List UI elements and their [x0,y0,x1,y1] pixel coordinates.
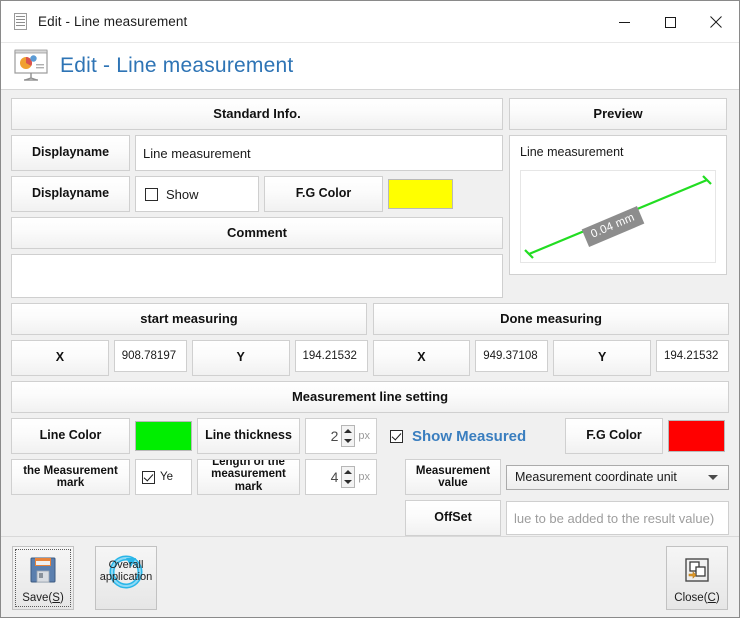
page-title: Edit - Line measurement [60,54,294,77]
show-checkbox-field[interactable]: Show [135,176,259,212]
window-title: Edit - Line measurement [38,14,188,29]
start-y-input[interactable]: 194.21532 [294,340,368,372]
line-thickness-stepper[interactable]: 2 px [305,418,377,454]
line-fg-color-swatch[interactable] [668,420,725,452]
line-thickness-label: Line thickness [197,418,300,454]
measurement-unit-selected: Measurement coordinate unit [515,470,677,484]
show-measured-checkbox[interactable] [390,429,403,443]
standard-info-title: Standard Info. [11,98,503,130]
start-x-label: X [11,340,109,376]
window-controls [601,1,739,43]
show-checkbox[interactable] [145,187,158,201]
done-y-input[interactable]: 194.21532 [656,340,729,372]
preview-canvas: 0.04 mm [520,170,716,263]
comment-input[interactable] [11,254,503,298]
start-y-label: Y [191,340,290,376]
preview-section: Preview Line measurement 0.04 mm [509,98,727,298]
offset-label: OffSet [405,500,501,536]
start-measuring-title: start measuring [11,303,367,335]
maximize-button[interactable] [647,1,693,43]
mark-length-stepper[interactable]: 4 px [305,459,377,495]
measurement-mark-label: the Measurement mark [11,459,130,495]
displayname-label: Displayname [11,135,130,171]
windows-stack-icon [682,547,712,592]
line-fg-color-button[interactable]: F.G Color [565,418,663,454]
save-button[interactable]: Save(S) [12,546,74,610]
measurement-mark-checkbox[interactable] [142,470,155,484]
measurement-unit-select[interactable]: Measurement coordinate unit [506,464,729,490]
line-color-swatch[interactable] [135,421,192,451]
floppy-disk-icon [28,547,58,592]
mark-length-label: Length of the measurement mark [197,459,300,495]
comment-title: Comment [11,217,503,249]
page-header: Edit - Line measurement [1,43,739,90]
close-button[interactable] [693,1,739,43]
measurement-line-setting-title: Measurement line setting [11,381,729,413]
fg-color-button[interactable]: F.G Color [264,176,383,212]
start-x-input[interactable]: 908.78197 [113,340,187,372]
line-thickness-value: 2 [330,428,339,444]
line-thickness-arrows[interactable] [341,425,356,447]
measuring-headers: start measuring Done measuring [11,303,729,335]
preview-title: Preview [509,98,727,130]
measurement-mark-checkbox-field[interactable]: Ye [135,459,192,495]
minimize-button[interactable] [601,1,647,43]
measuring-values-row: X 908.78197 Y 194.21532 X 949.37108 Y 19… [11,340,729,376]
show-checkbox-label: Show [166,186,199,202]
line-color-label: Line Color [11,418,130,454]
line-thickness-unit: px [358,430,370,442]
overall-application-label: Overall application [99,559,153,584]
line-setting-row-2: the Measurement mark Ye Length of the me… [11,459,729,536]
line-setting-row-1: Line Color Line thickness 2 px Show Meas… [11,418,729,454]
displayname-show-label: Displayname [11,176,130,212]
presentation-chart-icon [12,49,50,83]
displayname-input[interactable]: Line measurement [135,135,503,171]
mark-length-unit: px [358,471,370,483]
document-icon [13,12,29,31]
displayname-show-row: Displayname Show F.G Color [11,176,503,212]
title-bar: Edit - Line measurement [1,1,739,43]
save-button-label: Save(S) [22,592,64,605]
done-measuring-title: Done measuring [373,303,729,335]
measurement-value-label: Measurement value [405,459,501,495]
mark-length-value: 4 [330,469,339,485]
offset-input[interactable]: lue to be added to the result value) [506,501,729,535]
done-y-label: Y [553,340,651,376]
chevron-down-icon [708,474,718,480]
show-measured-label: Show Measured [412,427,527,445]
overall-application-button[interactable]: Overall application [95,546,157,610]
edit-line-measurement-window: Edit - Line measurement Edit - Line meas… [0,0,740,618]
preview-panel: Line measurement 0.04 mm [509,135,727,275]
displayname-row: Displayname Line measurement [11,135,503,171]
footer-toolbar: Save(S) Overall application Close(C) [1,536,739,617]
measurement-mark-checkbox-label: Ye [160,471,174,483]
show-measured-field[interactable]: Show Measured [382,418,560,454]
standard-info-section: Standard Info. Displayname Line measurem… [11,98,503,298]
done-x-label: X [372,340,471,376]
done-x-input[interactable]: 949.37108 [475,340,549,372]
mark-length-arrows[interactable] [341,466,356,488]
dialog-body: Standard Info. Displayname Line measurem… [1,91,739,536]
preview-caption: Line measurement [520,145,624,159]
close-button-label: Close(C) [674,592,720,605]
fg-color-swatch[interactable] [388,179,453,209]
close-button-footer[interactable]: Close(C) [666,546,728,610]
